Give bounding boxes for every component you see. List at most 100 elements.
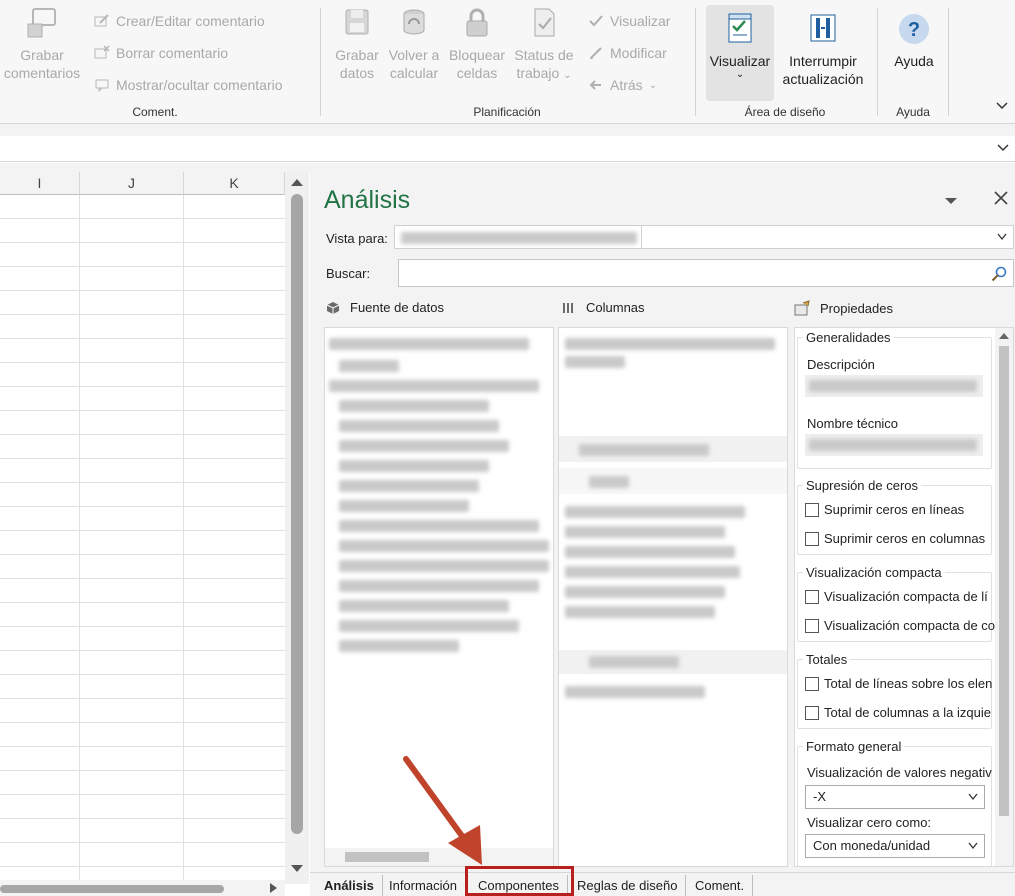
status-de-trabajo-label-2-text: trabajo [516, 65, 560, 81]
gridline [0, 338, 285, 339]
compacta-lineas-checkbox[interactable]: Visualización compacta de lí [805, 589, 988, 604]
redacted-text [329, 380, 539, 392]
search-input[interactable] [398, 259, 1014, 287]
ribbon-collapse-chevron-icon[interactable] [994, 98, 1010, 114]
scroll-up-arrow-icon[interactable] [999, 332, 1009, 340]
modificar-button[interactable]: Modificar [588, 42, 667, 64]
panel-tab-bar: Análisis Información Componentes Reglas … [310, 872, 1015, 896]
vertical-scrollbar[interactable] [285, 172, 309, 884]
group-separator [320, 8, 321, 116]
visualizar-cero-label: Visualizar cero como: [807, 815, 932, 830]
grabar-comentarios-label-2: comentarios [3, 65, 81, 81]
properties-scrollbar[interactable] [995, 328, 1013, 866]
scroll-up-arrow-icon[interactable] [291, 177, 303, 187]
properties-scrollbar-thumb[interactable] [999, 346, 1009, 816]
ayuda-label: Ayuda [894, 53, 934, 69]
totales-label: Totales [803, 652, 851, 667]
bloquear-celdas-button[interactable]: Bloquear celdas [446, 6, 508, 82]
volver-a-calcular-button[interactable]: Volver a calcular [385, 6, 443, 82]
checkbox-box[interactable] [805, 589, 819, 604]
save-data-icon [345, 9, 369, 35]
suprimir-ceros-lineas-checkbox[interactable]: Suprimir ceros en líneas [805, 502, 964, 517]
checkbox-box[interactable] [805, 705, 819, 720]
horizontal-scrollbar[interactable] [0, 880, 285, 896]
grabar-comentarios-button[interactable]: Grabar comentarios [2, 6, 82, 82]
visualizar-planificacion-button[interactable]: Visualizar [588, 10, 670, 32]
descripcion-label: Descripción [807, 357, 875, 372]
redacted-text [339, 540, 549, 552]
gridline [0, 242, 285, 243]
checkbox-box[interactable] [805, 618, 819, 633]
nombre-tecnico-field[interactable] [805, 434, 983, 456]
nombre-tecnico-label: Nombre técnico [807, 416, 899, 431]
gridline [0, 362, 285, 363]
formula-bar[interactable] [0, 136, 1015, 162]
total-columnas-checkbox[interactable]: Total de columnas a la izquie [805, 705, 991, 720]
close-icon[interactable] [993, 190, 1009, 206]
checkbox-box[interactable] [805, 502, 819, 517]
valores-negativos-dropdown[interactable]: -X [805, 785, 985, 809]
grabar-datos-button[interactable]: Grabar datos [330, 6, 384, 82]
column-header-k[interactable]: K [184, 172, 285, 195]
columns-icon [563, 302, 573, 313]
column-header-j[interactable]: J [80, 172, 184, 195]
tab-analisis[interactable]: Análisis [316, 875, 383, 896]
compacta-columnas-label: Visualización compacta de co [824, 618, 996, 633]
status-de-trabajo-button[interactable]: Status de trabajo ⌄ [510, 6, 578, 85]
ribbon-spacer [0, 124, 1015, 136]
vista-para-select[interactable] [394, 225, 1014, 249]
visualizar-planificacion-label: Visualizar [610, 13, 671, 29]
gridline [0, 626, 285, 627]
group-label-area-de-diseno: Área de diseño [744, 105, 826, 119]
redacted-text [339, 440, 509, 452]
status-de-trabajo-label-1: Status de [514, 47, 574, 63]
recalculate-icon [403, 9, 425, 35]
columnas-list[interactable] [558, 327, 788, 867]
group-label-planificacion: Planificación [473, 105, 541, 119]
scroll-right-arrow-icon[interactable] [268, 883, 278, 893]
checkbox-box[interactable] [805, 531, 819, 546]
crear-editar-comentario-label: Crear/Editar comentario [116, 13, 265, 29]
worksheet-grid[interactable]: I J K [0, 172, 285, 896]
design-view-icon [728, 13, 752, 43]
atras-button[interactable]: Atrás ⌄ [588, 74, 657, 96]
scroll-down-arrow-icon[interactable] [291, 864, 303, 874]
suprimir-ceros-columnas-label: Suprimir ceros en columnas [824, 531, 986, 546]
visualizar-area-button[interactable]: Visualizar ⌄ [706, 12, 774, 80]
group-separator [695, 8, 696, 116]
total-lineas-checkbox[interactable]: Total de líneas sobre los elen [805, 676, 992, 691]
column-header-i[interactable]: I [0, 172, 80, 195]
suprimir-ceros-columnas-checkbox[interactable]: Suprimir ceros en columnas [805, 531, 985, 546]
edit-comment-icon [94, 14, 109, 27]
visualizar-cero-dropdown[interactable]: Con moneda/unidad [805, 834, 985, 858]
gridline [0, 602, 285, 603]
borrar-comentario-button[interactable]: Borrar comentario [94, 42, 228, 64]
valores-negativos-value: -X [813, 789, 826, 804]
expand-formula-bar-chevron-icon[interactable] [995, 140, 1011, 156]
checkbox-box[interactable] [805, 676, 819, 691]
group-label-ayuda: Ayuda [896, 105, 930, 119]
tab-reglas-de-diseno[interactable]: Reglas de diseño [569, 875, 687, 896]
tab-informacion[interactable]: Información [381, 875, 466, 896]
mostrar-ocultar-comentario-button[interactable]: Mostrar/ocultar comentario [94, 74, 283, 96]
gridline [0, 554, 285, 555]
vertical-scrollbar-thumb[interactable] [291, 194, 303, 834]
horizontal-scrollbar-thumb[interactable] [0, 885, 224, 893]
interrumpir-actualizacion-button[interactable]: Interrumpir actualización [776, 12, 870, 88]
redacted-text [565, 506, 745, 518]
crear-editar-comentario-button[interactable]: Crear/Editar comentario [94, 10, 265, 32]
descripcion-field[interactable] [805, 375, 983, 397]
ayuda-button[interactable]: ? Ayuda [884, 12, 944, 70]
tab-coment[interactable]: Coment. [687, 875, 754, 896]
help-icon: ? [899, 14, 929, 44]
panel-options-dropdown-icon[interactable] [944, 196, 958, 206]
search-icon[interactable] [991, 266, 1007, 282]
lock-icon [466, 8, 488, 37]
volver-a-calcular-label-1: Volver a [388, 47, 440, 63]
redacted-text [339, 580, 539, 592]
redacted-text [589, 656, 679, 668]
redacted-text [809, 380, 977, 392]
gridline [0, 386, 285, 387]
redacted-text [565, 566, 740, 578]
compacta-columnas-checkbox[interactable]: Visualización compacta de co [805, 618, 995, 633]
